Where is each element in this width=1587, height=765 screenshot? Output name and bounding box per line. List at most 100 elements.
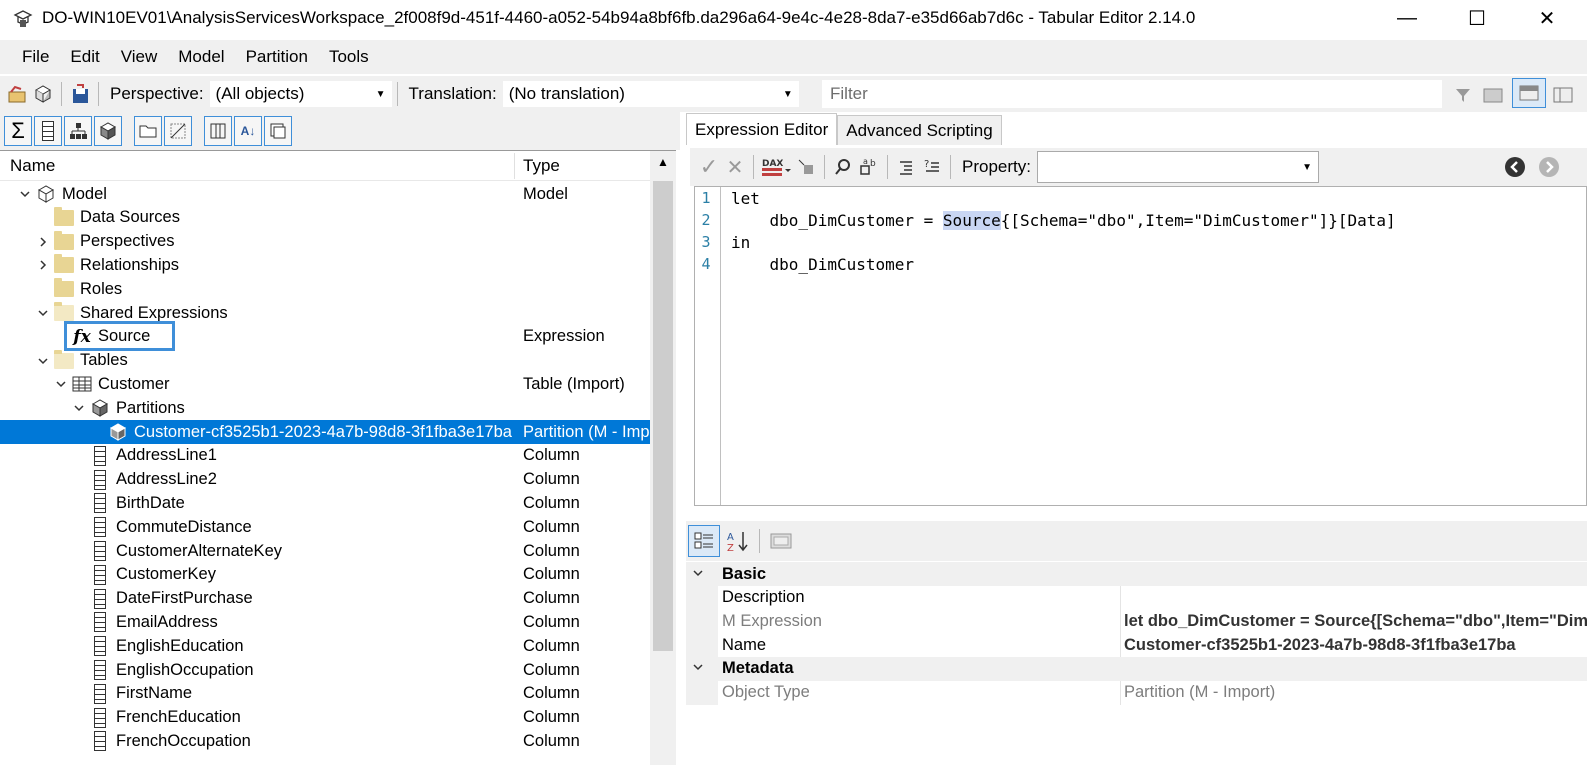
layout-toggle-button[interactable] <box>1512 78 1546 108</box>
close-button[interactable]: ✕ <box>1524 0 1570 36</box>
tree-row[interactable]: CustomerKey Column <box>0 563 650 587</box>
tree-row-selected[interactable]: Customer-cf3525b1-2023-4a7b-98d8-3f1fba3… <box>0 420 650 444</box>
show-info-button[interactable] <box>264 116 292 146</box>
deploy-icon[interactable] <box>30 81 56 107</box>
tree-row[interactable]: FrenchEducation Column <box>0 706 650 730</box>
expression-editor[interactable]: 1 2 3 4 let dbo_DimCustomer = Source{[Schem… <box>694 186 1587 506</box>
property-row[interactable]: Object Type Partition (M - Import) <box>686 680 1587 705</box>
folder-icon <box>54 230 74 252</box>
property-row[interactable]: Description <box>686 585 1587 610</box>
chevron-down-icon[interactable] <box>72 401 86 415</box>
code-line[interactable]: in <box>731 233 750 252</box>
accept-icon[interactable]: ✓ <box>696 154 722 180</box>
property-value[interactable]: let dbo_DimCustomer = Source{[Schema="db… <box>1124 612 1587 631</box>
menu-view[interactable]: View <box>111 47 168 67</box>
sort-button[interactable]: A↓ <box>234 116 262 146</box>
comment-icon[interactable]: ? <box>919 154 945 180</box>
property-value[interactable]: Customer-cf3525b1-2023-4a7b-98d8-3f1fba3… <box>1124 636 1587 655</box>
cancel-icon[interactable]: ✕ <box>722 154 748 180</box>
tree-row[interactable]: Model Model <box>0 182 650 206</box>
tree-row[interactable]: Partitions <box>0 396 650 420</box>
menu-model[interactable]: Model <box>168 47 234 67</box>
show-display-folders-button[interactable] <box>134 116 162 146</box>
open-model-icon[interactable] <box>4 81 30 107</box>
property-category[interactable]: Metadata <box>686 656 1587 681</box>
categorized-button[interactable] <box>688 525 720 557</box>
indent-icon[interactable] <box>893 154 919 180</box>
tree-row[interactable]: Tables <box>0 349 650 373</box>
perspective-dropdown[interactable]: (All objects) ▼ <box>209 81 392 107</box>
scroll-thumb[interactable] <box>653 181 673 651</box>
replace-icon[interactable]: ba <box>856 154 882 180</box>
chevron-down-icon[interactable] <box>54 377 68 391</box>
alphabetical-icon[interactable]: AZ <box>722 528 754 554</box>
tree-row[interactable]: EnglishEducation Column <box>0 634 650 658</box>
layout-icon[interactable] <box>1480 82 1506 108</box>
property-row[interactable]: Name Customer-cf3525b1-2023-4a7b-98d8-3f1… <box>686 633 1587 658</box>
tab-label: Expression Editor <box>695 119 829 139</box>
tree-row[interactable]: FrenchOccupation Column <box>0 729 650 753</box>
chevron-right-icon[interactable] <box>36 258 50 272</box>
header-type[interactable]: Type <box>523 156 560 176</box>
chevron-down-icon[interactable] <box>692 661 704 676</box>
tab-advanced-scripting[interactable]: Advanced Scripting <box>837 115 1002 145</box>
forward-icon[interactable] <box>1536 154 1562 180</box>
property-category[interactable]: Basic <box>686 562 1587 586</box>
chevron-down-icon[interactable] <box>18 187 32 201</box>
property-dropdown[interactable]: ▼ <box>1036 151 1319 183</box>
property-value[interactable]: Partition (M - Import) <box>1124 683 1587 702</box>
tree-row[interactable]: EnglishOccupation Column <box>0 658 650 682</box>
filter-icon[interactable] <box>1450 82 1476 108</box>
menu-file[interactable]: File <box>12 47 59 67</box>
tree-row[interactable]: BirthDate Column <box>0 491 650 515</box>
find-icon[interactable] <box>830 154 856 180</box>
property-key: M Expression <box>722 611 822 630</box>
tree-scrollbar[interactable]: ▲ <box>650 151 676 765</box>
chevron-down-icon[interactable] <box>36 354 50 368</box>
show-columns-button[interactable] <box>34 116 62 146</box>
show-partitions-button[interactable] <box>94 116 122 146</box>
dax-formatter-icon[interactable]: DAX <box>759 154 793 180</box>
chevron-right-icon[interactable] <box>36 235 50 249</box>
menu-tools[interactable]: Tools <box>319 47 379 67</box>
menu-edit[interactable]: Edit <box>60 47 109 67</box>
chevron-down-icon[interactable] <box>36 306 50 320</box>
tree-row[interactable]: DateFirstPurchase Column <box>0 587 650 611</box>
code-line[interactable]: let <box>731 189 760 208</box>
tree-row[interactable]: AddressLine2 Column <box>0 468 650 492</box>
minimize-button[interactable]: — <box>1384 0 1430 36</box>
tree-row[interactable]: CommuteDistance Column <box>0 515 650 539</box>
tree-row[interactable]: Relationships <box>0 253 650 277</box>
tree-row[interactable]: Customer Table (Import) <box>0 372 650 396</box>
grid-layout-icon[interactable] <box>1550 82 1576 108</box>
tree-row[interactable]: Perspectives <box>0 230 650 254</box>
code-line[interactable]: dbo_DimCustomer <box>731 255 915 274</box>
chevron-down-icon[interactable] <box>692 567 704 582</box>
svg-text:DAX: DAX <box>762 159 783 169</box>
show-hierarchies-button[interactable] <box>64 116 92 146</box>
code-line[interactable]: dbo_DimCustomer = Source{[Schema="dbo",I… <box>731 211 1396 230</box>
tree-row[interactable]: CustomerAlternateKey Column <box>0 539 650 563</box>
filter-input[interactable]: Filter <box>822 80 1442 108</box>
header-name[interactable]: Name <box>10 156 55 176</box>
maximize-button[interactable]: ☐ <box>1454 0 1500 36</box>
tree-row[interactable]: EmailAddress Column <box>0 610 650 634</box>
scroll-up-icon[interactable]: ▲ <box>650 155 676 169</box>
tree-row[interactable]: AddressLine1 Column <box>0 444 650 468</box>
translation-dropdown[interactable]: (No translation) ▼ <box>502 81 799 107</box>
tree-row[interactable]: Data Sources <box>0 206 650 230</box>
back-icon[interactable] <box>1502 154 1528 180</box>
tree-header: Name Type <box>0 151 650 181</box>
tree-row[interactable]: FirstName Column <box>0 682 650 706</box>
save-icon[interactable] <box>67 81 93 107</box>
menu-partition[interactable]: Partition <box>236 47 318 67</box>
dependencies-icon[interactable] <box>793 154 819 180</box>
tab-expression-editor[interactable]: Expression Editor <box>686 113 838 145</box>
show-hidden-button[interactable] <box>164 116 192 146</box>
show-measures-button[interactable]: Σ <box>4 116 32 146</box>
show-all-columns-button[interactable] <box>204 116 232 146</box>
hierarchy-icon <box>70 123 87 139</box>
tree-row[interactable]: Roles <box>0 277 650 301</box>
property-row[interactable]: M Expression let dbo_DimCustomer = Source… <box>686 609 1587 634</box>
property-pages-icon[interactable] <box>765 528 797 554</box>
